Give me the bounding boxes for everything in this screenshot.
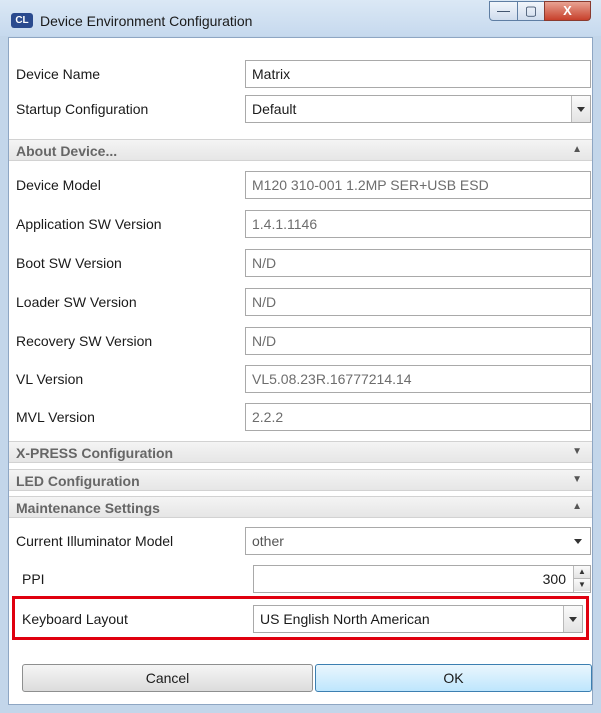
keyboard-layout-select[interactable]: US English North American	[253, 605, 583, 633]
caret-down-icon	[574, 539, 582, 544]
section-maintenance-title: Maintenance Settings	[16, 500, 160, 516]
section-maintenance-settings[interactable]: Maintenance Settings ▲	[9, 496, 592, 518]
startup-configuration-label: Startup Configuration	[16, 101, 149, 117]
chevron-up-icon: ▲	[572, 501, 582, 512]
section-about-device-title: About Device...	[16, 143, 118, 159]
loader-sw-version-field: N/D	[245, 288, 591, 316]
dialog-window: CL Device Environment Configuration — ▢ …	[0, 0, 601, 713]
close-button[interactable]: X	[544, 1, 591, 21]
ppi-value: 300	[542, 571, 566, 587]
device-name-label: Device Name	[16, 66, 101, 82]
chevron-down-icon: ▼	[572, 446, 582, 457]
illuminator-model-value: other	[252, 533, 284, 549]
illuminator-model-select[interactable]: other	[245, 527, 591, 555]
vl-version-row: VL Version VL5.08.23R.16777214.14	[9, 362, 592, 397]
mvl-version-field: 2.2.2	[245, 403, 591, 431]
startup-configuration-value: Default	[252, 101, 297, 117]
boot-sw-version-field: N/D	[245, 249, 591, 277]
device-name-row: Device Name Matrix	[9, 57, 592, 92]
vl-version-label: VL Version	[16, 371, 84, 387]
device-name-input[interactable]: Matrix	[245, 60, 591, 88]
spinner-buttons[interactable]: ▲ ▼	[573, 566, 590, 592]
section-xpress-configuration[interactable]: X-PRESS Configuration ▼	[9, 441, 592, 463]
ok-button[interactable]: OK	[315, 664, 592, 692]
dialog-body: Device Name Matrix Startup Configuration…	[8, 37, 593, 705]
device-model-label: Device Model	[16, 177, 101, 193]
startup-configuration-row: Startup Configuration Default	[9, 92, 592, 127]
recovery-sw-version-row: Recovery SW Version N/D	[9, 324, 592, 359]
window-title: Device Environment Configuration	[40, 13, 253, 29]
ppi-stepper[interactable]: 300 ▲ ▼	[253, 565, 591, 593]
vl-version-field: VL5.08.23R.16777214.14	[245, 365, 591, 393]
spin-down-icon[interactable]: ▼	[574, 579, 590, 591]
ppi-row: PPI 300 ▲ ▼	[9, 562, 592, 597]
section-led-title: LED Configuration	[16, 473, 140, 489]
app-sw-version-label: Application SW Version	[16, 216, 162, 232]
app-sw-version-field: 1.4.1.1146	[245, 210, 591, 238]
keyboard-layout-label: Keyboard Layout	[22, 611, 128, 627]
title-bar[interactable]: CL Device Environment Configuration — ▢ …	[0, 0, 601, 36]
cancel-button[interactable]: Cancel	[22, 664, 313, 692]
startup-configuration-select[interactable]: Default	[245, 95, 591, 123]
section-about-device[interactable]: About Device... ▲	[9, 139, 592, 161]
minimize-button[interactable]: —	[489, 1, 518, 21]
recovery-sw-version-label: Recovery SW Version	[16, 333, 153, 349]
section-led-configuration[interactable]: LED Configuration ▼	[9, 469, 592, 491]
mvl-version-row: MVL Version 2.2.2	[9, 400, 592, 435]
device-model-field: M120 310-001 1.2MP SER+USB ESD	[245, 171, 591, 199]
maximize-button[interactable]: ▢	[517, 1, 545, 21]
keyboard-layout-row: Keyboard Layout US English North America…	[9, 602, 592, 637]
dropdown-arrow-icon[interactable]	[563, 606, 582, 632]
app-sw-version-row: Application SW Version 1.4.1.1146	[9, 207, 592, 242]
app-logo-icon: CL	[11, 13, 33, 28]
loader-sw-version-label: Loader SW Version	[16, 294, 137, 310]
keyboard-layout-value: US English North American	[260, 611, 430, 627]
chevron-down-icon: ▼	[572, 474, 582, 485]
boot-sw-version-row: Boot SW Version N/D	[9, 246, 592, 281]
illuminator-model-label: Current Illuminator Model	[16, 533, 174, 549]
device-model-row: Device Model M120 310-001 1.2MP SER+USB …	[9, 168, 592, 203]
recovery-sw-version-field: N/D	[245, 327, 591, 355]
boot-sw-version-label: Boot SW Version	[16, 255, 122, 271]
section-xpress-title: X-PRESS Configuration	[16, 445, 174, 461]
mvl-version-label: MVL Version	[16, 409, 95, 425]
dropdown-arrow-icon[interactable]	[571, 96, 590, 122]
loader-sw-version-row: Loader SW Version N/D	[9, 285, 592, 320]
chevron-up-icon: ▲	[572, 144, 582, 155]
illuminator-model-row: Current Illuminator Model other	[9, 524, 592, 559]
spin-up-icon[interactable]: ▲	[574, 566, 590, 579]
ppi-label: PPI	[22, 571, 45, 587]
